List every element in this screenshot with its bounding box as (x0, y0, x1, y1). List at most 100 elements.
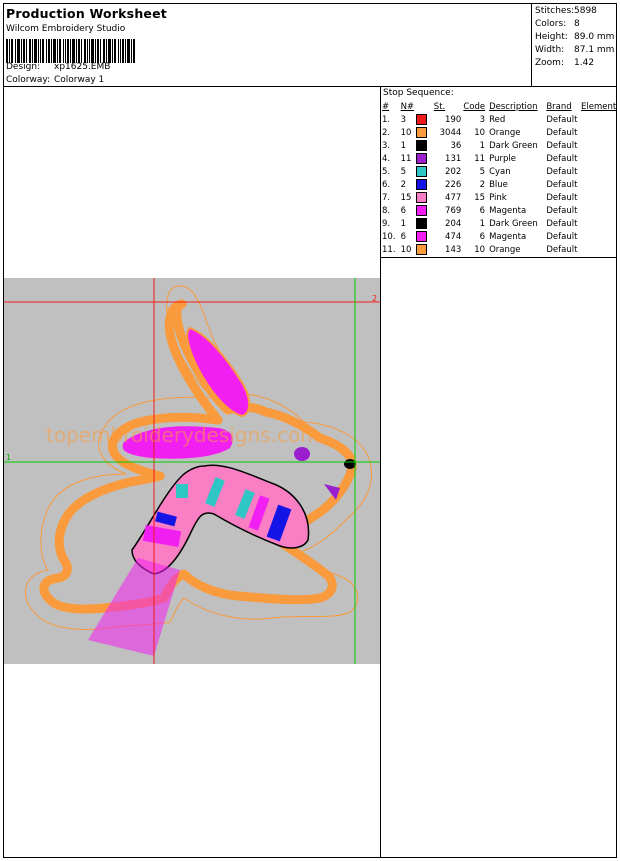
barcode (6, 39, 135, 63)
app-name: Wilcom Embroidery Studio (6, 24, 126, 34)
design-row: Design: xp1625.EMB (6, 62, 110, 72)
row-stitches: 131 (445, 153, 462, 164)
color-swatch-box (416, 231, 428, 242)
design-value: xp1625.EMB (54, 62, 111, 72)
stats-panel: Stitches:5898 Colors: 8 Height: 89.0 mm Wi… (535, 6, 615, 71)
row-stitches: 474 (445, 231, 462, 242)
row-code: 1 (479, 218, 486, 229)
page-title: Production Worksheet (6, 6, 167, 21)
row-needle: 3 (400, 114, 406, 125)
stop-row: 9. 1 204 1 Dark Green Default (381, 217, 617, 230)
row-description: Purple (489, 153, 516, 164)
row-needle: 11 (400, 153, 412, 164)
color-swatch (416, 126, 433, 139)
row-element (581, 217, 617, 230)
row-needle: 1 (400, 140, 406, 151)
color-swatch-box (416, 140, 428, 151)
row-index: 9. (382, 218, 391, 229)
stop-sequence-table: # N# St. Code Description Brand Element … (381, 100, 617, 256)
row-element (581, 243, 617, 256)
row-index: 2. (382, 127, 391, 138)
row-code: 5 (479, 166, 486, 177)
row-needle: 15 (400, 192, 412, 203)
color-swatch-box (416, 153, 428, 164)
color-swatch (416, 204, 433, 217)
col-stitches: St. (433, 101, 446, 112)
color-swatch-box (416, 179, 428, 190)
row-index: 8. (382, 205, 391, 216)
row-stitches: 3044 (439, 127, 462, 138)
row-index: 1. (382, 114, 391, 125)
row-stitches: 769 (445, 205, 462, 216)
row-needle: 1 (400, 218, 406, 229)
color-swatch (416, 191, 433, 204)
row-element (581, 113, 617, 126)
color-swatch (416, 217, 433, 230)
row-element (581, 230, 617, 243)
row-brand: Default (546, 140, 578, 151)
color-swatch-box (416, 166, 428, 177)
carrot-stripe-cyan-3 (176, 484, 188, 498)
stat-height: Height: 89.0 mm (535, 32, 615, 42)
col-code: Code (463, 101, 486, 112)
row-brand: Default (546, 127, 578, 138)
rabbit-nose (294, 447, 310, 461)
stop-sequence-panel: Stop Sequence: # N# St. Code Description… (381, 87, 617, 258)
row-description: Orange (489, 127, 521, 138)
row-stitches: 477 (445, 192, 462, 203)
stop-row: 3. 1 36 1 Dark Green Default (381, 139, 617, 152)
row-description: Dark Green (489, 140, 538, 151)
row-needle: 2 (400, 179, 406, 190)
row-needle: 5 (400, 166, 406, 177)
stop-row: 11. 10 143 10 Orange Default (381, 243, 617, 256)
row-code: 1 (479, 140, 486, 151)
row-brand: Default (546, 192, 578, 203)
colorway-row: Colorway: Colorway 1 (6, 75, 104, 85)
row-description: Magenta (489, 205, 527, 216)
color-swatch (416, 165, 433, 178)
row-description: Magenta (489, 231, 527, 242)
color-swatch (416, 139, 433, 152)
row-code: 6 (479, 231, 486, 242)
row-code: 15 (474, 192, 486, 203)
row-brand: Default (546, 153, 578, 164)
row-needle: 6 (400, 205, 406, 216)
row-description: Pink (489, 192, 507, 203)
color-swatch-box (416, 205, 428, 216)
row-description: Dark Green (489, 218, 538, 229)
row-index: 3. (382, 140, 391, 151)
row-brand: Default (546, 218, 578, 229)
stop-row: 6. 2 226 2 Blue Default (381, 178, 617, 191)
row-stitches: 190 (445, 114, 462, 125)
row-brand: Default (546, 166, 578, 177)
row-code: 3 (479, 114, 486, 125)
color-swatch-box (416, 114, 428, 125)
row-brand: Default (546, 231, 578, 242)
row-needle: 10 (400, 127, 412, 138)
header-info: Production Worksheet Wilcom Embroidery S… (6, 6, 530, 86)
stop-table-header: # N# St. Code Description Brand Element (381, 100, 617, 113)
color-swatch (416, 230, 433, 243)
stat-stitches: Stitches:5898 (535, 6, 597, 16)
marker-2: 2 (372, 294, 377, 303)
row-index: 11. (382, 244, 396, 255)
col-needle: N# (400, 101, 415, 112)
rabbit-eye (344, 459, 356, 469)
color-swatch (416, 113, 433, 126)
header-divider-vertical (531, 3, 532, 86)
stat-colors: Colors: 8 (535, 19, 580, 29)
row-index: 7. (382, 192, 391, 203)
row-description: Red (489, 114, 506, 125)
row-element (581, 191, 617, 204)
design-preview: topembroiderydesigns.com 1 2 (4, 278, 380, 664)
row-needle: 6 (400, 231, 406, 242)
row-index: 4. (382, 153, 391, 164)
stop-row: 2. 10 3044 10 Orange Default (381, 126, 617, 139)
row-needle: 10 (400, 244, 412, 255)
color-swatch-box (416, 218, 428, 229)
stat-width: Width: 87.1 mm (535, 45, 615, 55)
row-code: 6 (479, 205, 486, 216)
row-index: 5. (382, 166, 391, 177)
row-stitches: 36 (450, 140, 462, 151)
row-element (581, 204, 617, 217)
